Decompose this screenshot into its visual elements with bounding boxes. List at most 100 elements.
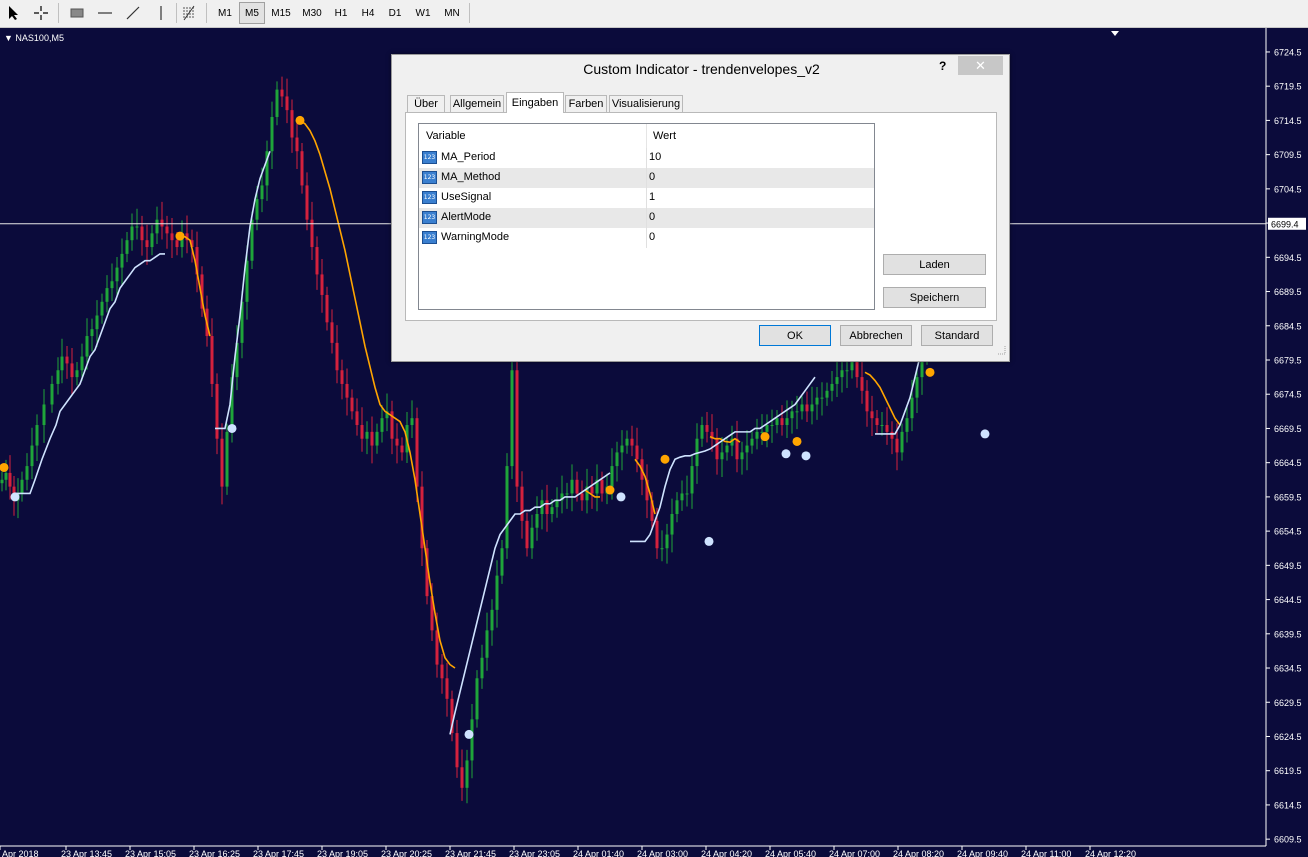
help-button[interactable]: ? xyxy=(939,59,946,73)
timeframe-mn[interactable]: MN xyxy=(438,2,466,24)
timeframe-m1[interactable]: M1 xyxy=(212,2,238,24)
candle xyxy=(165,215,169,249)
buy-signal-dot xyxy=(781,449,791,459)
variable-value[interactable]: 0 xyxy=(649,231,655,243)
price-tick-label: 6634.5 xyxy=(1274,664,1302,674)
tab-visualisierung[interactable]: Visualisierung xyxy=(609,95,683,112)
tab-eingaben[interactable]: Eingaben xyxy=(506,92,564,113)
candle xyxy=(110,263,114,302)
integer-icon: 123 xyxy=(422,231,437,244)
candle xyxy=(780,405,784,436)
candle xyxy=(580,480,584,511)
buy-signal-dot xyxy=(464,729,474,739)
cancel-button[interactable]: Abbrechen xyxy=(840,325,912,346)
fibonacci-icon[interactable] xyxy=(178,2,200,24)
candle xyxy=(145,224,149,265)
table-row[interactable]: 123 MA_Period 10 xyxy=(419,148,874,168)
candle xyxy=(660,530,664,562)
column-header-wert[interactable]: Wert xyxy=(653,124,803,148)
time-tick-label: 23 Apr 13:45 xyxy=(61,849,112,857)
candle xyxy=(645,464,649,519)
candle xyxy=(330,309,334,354)
candle xyxy=(625,430,629,454)
column-header-variable[interactable]: Variable xyxy=(426,124,646,148)
candle xyxy=(865,380,869,427)
trendline-icon[interactable] xyxy=(122,2,144,24)
save-button[interactable]: Speichern xyxy=(883,287,986,308)
timeframe-m30[interactable]: M30 xyxy=(297,2,327,24)
time-tick-label: 23 Apr 21:45 xyxy=(445,849,496,857)
price-tick-label: 6704.5 xyxy=(1274,184,1302,194)
timeframe-d1[interactable]: D1 xyxy=(382,2,408,24)
candle xyxy=(860,359,864,404)
candle xyxy=(800,396,804,420)
cell-divider xyxy=(646,148,647,168)
timeframe-w1[interactable]: W1 xyxy=(409,2,437,24)
candle xyxy=(130,213,134,251)
inputs-table[interactable]: Variable Wert 123 MA_Period 10 123 MA_Me… xyxy=(418,123,875,310)
standard-button[interactable]: Standard xyxy=(921,325,993,346)
candle xyxy=(455,720,459,778)
candle xyxy=(885,407,889,445)
candle xyxy=(900,423,904,461)
candle xyxy=(320,259,324,313)
tab-ueber[interactable]: Über xyxy=(407,95,445,112)
candle xyxy=(265,140,269,201)
timeframe-m5[interactable]: M5 xyxy=(239,2,265,24)
buy-signal-dot xyxy=(801,451,811,461)
candle xyxy=(290,99,294,153)
candle xyxy=(355,398,359,436)
candle xyxy=(840,359,844,393)
candle xyxy=(515,359,519,503)
table-row[interactable]: 123 WarningMode 0 xyxy=(419,228,874,248)
ok-button[interactable]: OK xyxy=(759,325,831,346)
tab-allgemein[interactable]: Allgemein xyxy=(450,95,504,112)
time-tick-label: 23 Apr 2018 xyxy=(0,849,39,857)
vertical-line-icon[interactable] xyxy=(150,2,172,24)
chart-shift-icon[interactable] xyxy=(1111,31,1119,36)
table-row[interactable]: 123 MA_Method 0 xyxy=(419,168,874,188)
candle xyxy=(750,430,754,454)
time-tick-label: 24 Apr 09:40 xyxy=(957,849,1008,857)
crosshair-icon[interactable] xyxy=(30,2,52,24)
variable-value[interactable]: 0 xyxy=(649,211,655,223)
variable-value[interactable]: 10 xyxy=(649,151,661,163)
time-tick-label: 24 Apr 03:00 xyxy=(637,849,688,857)
rectangle-icon[interactable] xyxy=(66,2,88,24)
time-tick-label: 24 Apr 01:40 xyxy=(573,849,624,857)
candle xyxy=(775,409,779,434)
candle xyxy=(140,215,144,256)
candle xyxy=(60,338,64,384)
timeframe-h1[interactable]: H1 xyxy=(328,2,354,24)
candle xyxy=(35,414,39,461)
integer-icon: 123 xyxy=(422,211,437,224)
candle xyxy=(830,370,834,402)
cursor-icon[interactable] xyxy=(3,2,25,24)
tab-farben[interactable]: Farben xyxy=(565,95,607,112)
table-row[interactable]: 123 UseSignal 1 xyxy=(419,188,874,208)
price-tick-label: 6709.5 xyxy=(1274,150,1302,160)
price-tick-label: 6659.5 xyxy=(1274,492,1302,502)
candle xyxy=(440,653,444,694)
variable-value[interactable]: 1 xyxy=(649,191,655,203)
load-button[interactable]: Laden xyxy=(883,254,986,275)
candle xyxy=(345,368,349,416)
time-tick-label: 23 Apr 19:05 xyxy=(317,849,368,857)
candle xyxy=(870,395,874,436)
resize-grip-icon[interactable] xyxy=(996,345,1006,355)
candle xyxy=(280,76,284,108)
cell-divider xyxy=(646,228,647,248)
candle xyxy=(90,318,94,352)
variable-value[interactable]: 0 xyxy=(649,171,655,183)
candle xyxy=(220,423,224,505)
table-row[interactable]: 123 AlertMode 0 xyxy=(419,208,874,228)
candle xyxy=(475,670,479,728)
timeframe-h4[interactable]: H4 xyxy=(355,2,381,24)
timeframe-m15[interactable]: M15 xyxy=(266,2,296,24)
close-button[interactable]: ✕ xyxy=(958,56,1003,75)
time-tick-label: 23 Apr 23:05 xyxy=(509,849,560,857)
candle xyxy=(820,382,824,416)
price-tick-label: 6714.5 xyxy=(1274,116,1302,126)
horizontal-line-icon[interactable] xyxy=(94,2,116,24)
time-tick-label: 24 Apr 05:40 xyxy=(765,849,816,857)
